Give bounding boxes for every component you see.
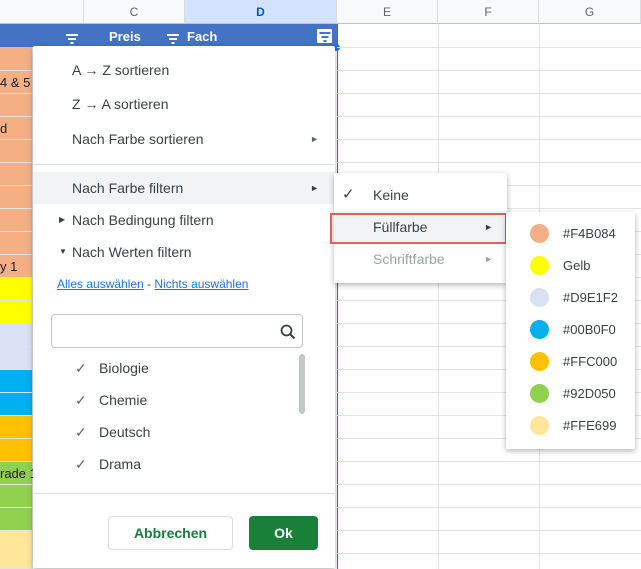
submenu-item-label: Keine bbox=[373, 187, 409, 203]
submenu-arrow-icon: ► bbox=[484, 254, 493, 264]
menu-item-sort-za[interactable]: Z → A sortieren bbox=[33, 88, 335, 120]
color-option-label: #F4B084 bbox=[563, 226, 616, 241]
submenu-item-none[interactable]: ✓ Keine bbox=[334, 179, 507, 211]
value-item-deutsch[interactable]: ✓ Deutsch bbox=[75, 420, 150, 444]
value-item-drama[interactable]: ✓ Drama bbox=[75, 452, 141, 476]
value-item-label: Chemie bbox=[99, 392, 148, 408]
submenu-item-fill-color[interactable]: Füllfarbe ► bbox=[334, 211, 507, 243]
color-swatch bbox=[530, 288, 549, 307]
fill-color-submenu: #F4B084 Gelb #D9E1F2 #00B0F0 #FFC000 #92… bbox=[506, 212, 635, 449]
menu-item-filter-by-values[interactable]: ▼ Nach Werten filtern bbox=[33, 236, 335, 268]
color-option[interactable]: #FFE699 bbox=[506, 410, 635, 442]
filter-menu: A → Z sortieren Z → A sortieren Nach Far… bbox=[33, 46, 335, 568]
submenu-item-label: Schriftfarbe bbox=[373, 251, 445, 267]
menu-item-filter-by-condition[interactable]: ▶ Nach Bedingung filtern bbox=[33, 204, 335, 236]
checkmark-icon: ✓ bbox=[75, 392, 87, 408]
checkmark-icon: ✓ bbox=[75, 424, 87, 440]
menu-item-label: A → Z sortieren bbox=[72, 62, 170, 78]
menu-item-label: Nach Farbe filtern bbox=[72, 180, 184, 196]
value-item-label: Drama bbox=[99, 456, 142, 472]
submenu-item-text-color: Schriftfarbe ► bbox=[334, 243, 507, 275]
color-option-label: #00B0F0 bbox=[563, 322, 616, 337]
menu-divider bbox=[33, 493, 335, 494]
checkmark-icon: ✓ bbox=[342, 186, 355, 203]
link-separator: - bbox=[143, 277, 155, 291]
color-option-label: #FFC000 bbox=[563, 354, 618, 369]
color-swatch bbox=[530, 352, 549, 371]
color-option[interactable]: #D9E1F2 bbox=[506, 282, 635, 314]
selection-links: Alles auswählen - Nichts auswählen bbox=[57, 277, 248, 291]
color-option[interactable]: #00B0F0 bbox=[506, 314, 635, 346]
menu-item-label: Z → A sortieren bbox=[72, 96, 169, 112]
menu-item-filter-by-color[interactable]: Nach Farbe filtern ► bbox=[33, 172, 335, 204]
value-list-scrollbar[interactable] bbox=[299, 354, 305, 414]
search-icon[interactable] bbox=[280, 324, 296, 340]
select-none-link[interactable]: Nichts auswählen bbox=[154, 277, 248, 291]
color-option[interactable]: #92D050 bbox=[506, 378, 635, 410]
color-swatch bbox=[530, 320, 549, 339]
cancel-button[interactable]: Abbrechen bbox=[108, 516, 233, 550]
color-option-label: #D9E1F2 bbox=[563, 290, 618, 305]
filter-color-submenu: ✓ Keine Füllfarbe ► Schriftfarbe ► bbox=[334, 173, 507, 283]
submenu-arrow-icon: ► bbox=[310, 183, 319, 193]
color-option-label: Gelb bbox=[563, 258, 591, 273]
select-all-link[interactable]: Alles auswählen bbox=[57, 277, 144, 291]
menu-item-label: Nach Werten filtern bbox=[72, 244, 192, 260]
color-option[interactable]: #F4B084 bbox=[506, 218, 635, 250]
checkmark-icon: ✓ bbox=[75, 456, 87, 472]
submenu-arrow-icon: ► bbox=[310, 134, 319, 144]
value-search-box bbox=[51, 314, 303, 348]
value-search-input[interactable] bbox=[60, 315, 264, 347]
color-swatch bbox=[530, 384, 549, 403]
color-swatch bbox=[530, 256, 549, 275]
menu-item-sort-az[interactable]: A → Z sortieren bbox=[33, 54, 335, 86]
value-item-chemie[interactable]: ✓ Chemie bbox=[75, 388, 147, 412]
menu-divider bbox=[33, 164, 335, 165]
menu-item-label: Nach Bedingung filtern bbox=[72, 212, 214, 228]
value-item-label: Biologie bbox=[99, 360, 149, 376]
color-option-label: #FFE699 bbox=[563, 418, 617, 433]
caret-down-icon: ▼ bbox=[59, 247, 67, 256]
color-swatch bbox=[530, 416, 549, 435]
color-option[interactable]: #FFC000 bbox=[506, 346, 635, 378]
color-swatch bbox=[530, 224, 549, 243]
ok-button[interactable]: Ok bbox=[249, 516, 318, 550]
caret-right-icon: ▶ bbox=[59, 215, 66, 224]
color-option[interactable]: Gelb bbox=[506, 250, 635, 282]
menu-item-sort-by-color[interactable]: Nach Farbe sortieren ► bbox=[33, 123, 335, 155]
color-option-label: #92D050 bbox=[563, 386, 616, 401]
submenu-arrow-icon: ► bbox=[484, 222, 493, 232]
menu-item-label: Nach Farbe sortieren bbox=[72, 131, 204, 147]
checkmark-icon: ✓ bbox=[75, 360, 87, 376]
submenu-item-label: Füllfarbe bbox=[373, 219, 428, 235]
value-item-biologie[interactable]: ✓ Biologie bbox=[75, 356, 149, 380]
value-item-label: Deutsch bbox=[99, 424, 151, 440]
